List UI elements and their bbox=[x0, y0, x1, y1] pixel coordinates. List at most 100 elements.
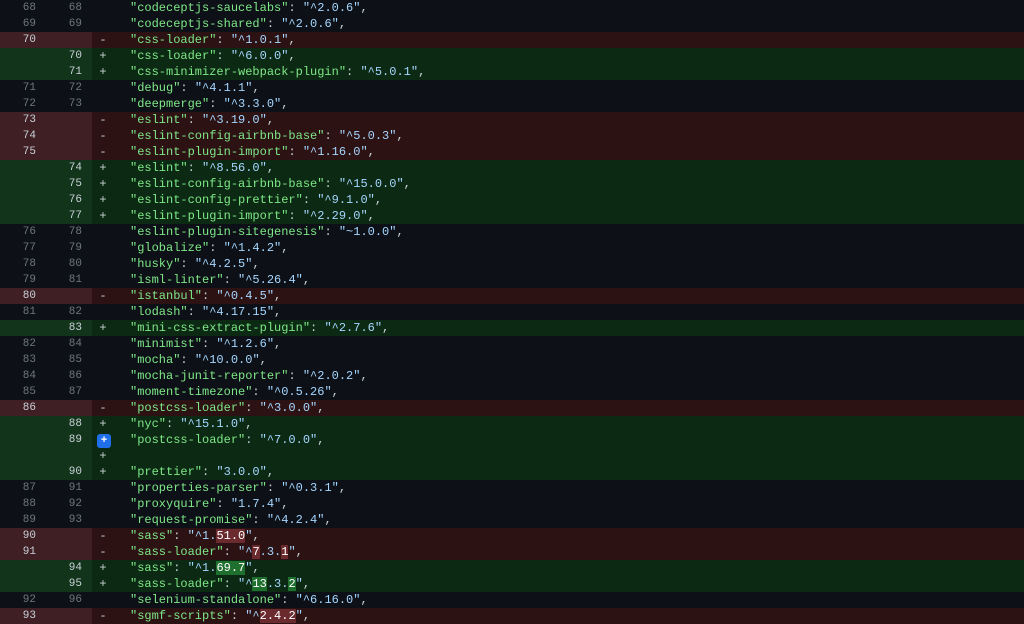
code-content[interactable]: "codeceptjs-saucelabs": "^2.0.6", bbox=[114, 0, 1024, 16]
old-line-number[interactable]: 91 bbox=[0, 544, 46, 560]
code-content[interactable]: "codeceptjs-shared": "^2.0.6", bbox=[114, 16, 1024, 32]
new-line-number[interactable] bbox=[46, 112, 92, 128]
old-line-number[interactable]: 76 bbox=[0, 224, 46, 240]
diff-row[interactable]: 8791 "properties-parser": "^0.3.1", bbox=[0, 480, 1024, 496]
diff-row[interactable]: 76+"eslint-config-prettier": "^9.1.0", bbox=[0, 192, 1024, 208]
code-content[interactable]: "eslint-config-airbnb-base": "^5.0.3", bbox=[114, 128, 1024, 144]
old-line-number[interactable] bbox=[0, 176, 46, 192]
diff-row[interactable]: 7273 "deepmerge": "^3.3.0", bbox=[0, 96, 1024, 112]
new-line-number[interactable]: 95 bbox=[46, 576, 92, 592]
code-content[interactable]: "sass-loader": "^13.3.2", bbox=[114, 576, 1024, 592]
new-line-number[interactable]: 94 bbox=[46, 560, 92, 576]
new-line-number[interactable]: 82 bbox=[46, 304, 92, 320]
new-line-number[interactable]: 83 bbox=[46, 320, 92, 336]
old-line-number[interactable]: 90 bbox=[0, 528, 46, 544]
new-line-number[interactable]: 78 bbox=[46, 224, 92, 240]
old-line-number[interactable]: 74 bbox=[0, 128, 46, 144]
diff-row[interactable]: 91-"sass-loader": "^7.3.1", bbox=[0, 544, 1024, 560]
old-line-number[interactable]: 87 bbox=[0, 480, 46, 496]
code-content[interactable]: "moment-timezone": "^0.5.26", bbox=[114, 384, 1024, 400]
code-content[interactable]: "postcss-loader": "^3.0.0", bbox=[114, 400, 1024, 416]
new-line-number[interactable]: 92 bbox=[46, 496, 92, 512]
new-line-number[interactable]: 93 bbox=[46, 512, 92, 528]
new-line-number[interactable]: 76 bbox=[46, 192, 92, 208]
old-line-number[interactable]: 84 bbox=[0, 368, 46, 384]
diff-row[interactable]: 8993 "request-promise": "^4.2.4", bbox=[0, 512, 1024, 528]
diff-row[interactable]: 7880 "husky": "^4.2.5", bbox=[0, 256, 1024, 272]
diff-row[interactable]: 89+ +"postcss-loader": "^7.0.0", bbox=[0, 432, 1024, 464]
code-content[interactable]: "eslint": "^8.56.0", bbox=[114, 160, 1024, 176]
diff-row[interactable]: 75-"eslint-plugin-import": "^1.16.0", bbox=[0, 144, 1024, 160]
diff-row[interactable]: 73-"eslint": "^3.19.0", bbox=[0, 112, 1024, 128]
old-line-number[interactable]: 77 bbox=[0, 240, 46, 256]
old-line-number[interactable]: 89 bbox=[0, 512, 46, 528]
diff-row[interactable]: 90+"prettier": "3.0.0", bbox=[0, 464, 1024, 480]
code-content[interactable]: "husky": "^4.2.5", bbox=[114, 256, 1024, 272]
diff-row[interactable]: 6868 "codeceptjs-saucelabs": "^2.0.6", bbox=[0, 0, 1024, 16]
code-content[interactable]: "istanbul": "^0.4.5", bbox=[114, 288, 1024, 304]
diff-row[interactable]: 93-"sgmf-scripts": "^2.4.2", bbox=[0, 608, 1024, 624]
diff-row[interactable]: 95+"sass-loader": "^13.3.2", bbox=[0, 576, 1024, 592]
new-line-number[interactable]: 90 bbox=[46, 464, 92, 480]
code-content[interactable]: "proxyquire": "1.7.4", bbox=[114, 496, 1024, 512]
new-line-number[interactable]: 91 bbox=[46, 480, 92, 496]
code-content[interactable]: "css-minimizer-webpack-plugin": "^5.0.1"… bbox=[114, 64, 1024, 80]
old-line-number[interactable]: 72 bbox=[0, 96, 46, 112]
code-content[interactable]: "eslint-plugin-sitegenesis": "~1.0.0", bbox=[114, 224, 1024, 240]
old-line-number[interactable]: 86 bbox=[0, 400, 46, 416]
code-content[interactable]: "debug": "^4.1.1", bbox=[114, 80, 1024, 96]
diff-row[interactable]: 8284 "minimist": "^1.2.6", bbox=[0, 336, 1024, 352]
diff-row[interactable]: 94+"sass": "^1.69.7", bbox=[0, 560, 1024, 576]
new-line-number[interactable] bbox=[46, 144, 92, 160]
diff-row[interactable]: 8587 "moment-timezone": "^0.5.26", bbox=[0, 384, 1024, 400]
code-content[interactable]: "css-loader": "^1.0.1", bbox=[114, 32, 1024, 48]
old-line-number[interactable]: 68 bbox=[0, 0, 46, 16]
diff-row[interactable]: 74-"eslint-config-airbnb-base": "^5.0.3"… bbox=[0, 128, 1024, 144]
diff-row[interactable]: 74+"eslint": "^8.56.0", bbox=[0, 160, 1024, 176]
old-line-number[interactable] bbox=[0, 64, 46, 80]
code-content[interactable]: "sass": "^1.51.0", bbox=[114, 528, 1024, 544]
new-line-number[interactable]: 96 bbox=[46, 592, 92, 608]
diff-row[interactable]: 7779 "globalize": "^1.4.2", bbox=[0, 240, 1024, 256]
new-line-number[interactable]: 87 bbox=[46, 384, 92, 400]
code-content[interactable]: "isml-linter": "^5.26.4", bbox=[114, 272, 1024, 288]
diff-row[interactable]: 77+"eslint-plugin-import": "^2.29.0", bbox=[0, 208, 1024, 224]
old-line-number[interactable] bbox=[0, 560, 46, 576]
code-content[interactable]: "eslint-plugin-import": "^2.29.0", bbox=[114, 208, 1024, 224]
old-line-number[interactable]: 85 bbox=[0, 384, 46, 400]
old-line-number[interactable]: 80 bbox=[0, 288, 46, 304]
code-content[interactable]: "mini-css-extract-plugin": "^2.7.6", bbox=[114, 320, 1024, 336]
new-line-number[interactable] bbox=[46, 32, 92, 48]
new-line-number[interactable]: 84 bbox=[46, 336, 92, 352]
diff-row[interactable]: 8182 "lodash": "^4.17.15", bbox=[0, 304, 1024, 320]
code-content[interactable]: "prettier": "3.0.0", bbox=[114, 464, 1024, 480]
diff-row[interactable]: 9296 "selenium-standalone": "^6.16.0", bbox=[0, 592, 1024, 608]
diff-row[interactable]: 75+"eslint-config-airbnb-base": "^15.0.0… bbox=[0, 176, 1024, 192]
new-line-number[interactable]: 74 bbox=[46, 160, 92, 176]
diff-row[interactable]: 90-"sass": "^1.51.0", bbox=[0, 528, 1024, 544]
code-content[interactable]: "eslint-config-airbnb-base": "^15.0.0", bbox=[114, 176, 1024, 192]
diff-row[interactable]: 8892 "proxyquire": "1.7.4", bbox=[0, 496, 1024, 512]
diff-row[interactable]: 88+"nyc": "^15.1.0", bbox=[0, 416, 1024, 432]
new-line-number[interactable] bbox=[46, 400, 92, 416]
code-content[interactable]: "css-loader": "^6.0.0", bbox=[114, 48, 1024, 64]
new-line-number[interactable]: 68 bbox=[46, 0, 92, 16]
diff-row[interactable]: 8486 "mocha-junit-reporter": "^2.0.2", bbox=[0, 368, 1024, 384]
old-line-number[interactable]: 93 bbox=[0, 608, 46, 624]
code-content[interactable]: "selenium-standalone": "^6.16.0", bbox=[114, 592, 1024, 608]
code-content[interactable]: "eslint-plugin-import": "^1.16.0", bbox=[114, 144, 1024, 160]
diff-row[interactable]: 80-"istanbul": "^0.4.5", bbox=[0, 288, 1024, 304]
new-line-number[interactable]: 73 bbox=[46, 96, 92, 112]
code-content[interactable]: "globalize": "^1.4.2", bbox=[114, 240, 1024, 256]
new-line-number[interactable]: 80 bbox=[46, 256, 92, 272]
diff-row[interactable]: 83+"mini-css-extract-plugin": "^2.7.6", bbox=[0, 320, 1024, 336]
old-line-number[interactable] bbox=[0, 208, 46, 224]
old-line-number[interactable]: 82 bbox=[0, 336, 46, 352]
diff-row[interactable]: 6969 "codeceptjs-shared": "^2.0.6", bbox=[0, 16, 1024, 32]
diff-row[interactable]: 71+"css-minimizer-webpack-plugin": "^5.0… bbox=[0, 64, 1024, 80]
old-line-number[interactable] bbox=[0, 192, 46, 208]
old-line-number[interactable]: 75 bbox=[0, 144, 46, 160]
old-line-number[interactable] bbox=[0, 464, 46, 480]
diff-row[interactable]: 7981 "isml-linter": "^5.26.4", bbox=[0, 272, 1024, 288]
old-line-number[interactable]: 78 bbox=[0, 256, 46, 272]
